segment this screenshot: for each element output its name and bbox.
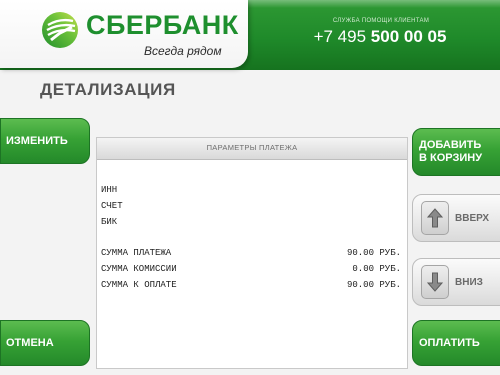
rows-spacer [101,230,401,245]
logo-plate: СБЕРБАНК Всегда рядом [0,0,248,68]
pay-button-label: ОПЛАТИТЬ [419,336,480,349]
edit-button[interactable]: ИЗМЕНИТЬ [0,118,90,164]
add-to-cart-button[interactable]: ДОБАВИТЬ В КОРЗИНУ [412,128,500,176]
sum-row-total: СУММА К ОПЛАТЕ 90.00 РУБ. [101,277,401,293]
arrow-down-icon [421,265,449,299]
sum-label: СУММА КОМИССИИ [101,264,177,274]
help-caption: СЛУЖБА ПОМОЩИ КЛИЕНТАМ [332,18,430,24]
sberbank-logo-icon [42,12,78,48]
phone-number: 500 00 05 [370,27,447,46]
brand-slogan: Всегда рядом [144,44,222,58]
detail-label: СЧЕТ [101,201,123,211]
add-to-cart-label-line1: ДОБАВИТЬ [419,139,482,151]
detail-row-account: СЧЕТ [101,198,401,214]
scroll-up-button[interactable]: ВВЕРХ [412,194,500,242]
arrow-up-icon [421,201,449,235]
brand-name: СБЕРБАНК [86,10,239,40]
sum-value: 0.00 РУБ. [352,264,401,274]
sum-row-commission: СУММА КОМИССИИ 0.00 РУБ. [101,261,401,277]
detail-row-inn: ИНН [101,182,401,198]
cancel-button[interactable]: ОТМЕНА [0,320,90,366]
edit-button-label: ИЗМЕНИТЬ [6,134,68,147]
sum-value: 90.00 РУБ. [346,248,401,258]
scroll-down-label: ВНИЗ [455,276,483,288]
page-title: ДЕТАЛИЗАЦИЯ [40,80,176,99]
sum-value: 90.00 РУБ. [346,280,401,290]
detail-label: ИНН [101,185,118,195]
panel-header: ПАРАМЕТРЫ ПЛАТЕЖА [97,138,407,160]
help-phone: +7 495 500 00 05 [310,27,450,47]
cancel-button-label: ОТМЕНА [6,336,54,349]
detail-row-bik: БИК [101,214,401,230]
payment-rows: ИНН СЧЕТ БИК СУММА ПЛАТЕЖА 90.00 РУБ. СУ… [101,182,401,293]
scroll-down-button[interactable]: ВНИЗ [412,258,500,306]
sum-label: СУММА ПЛАТЕЖА [101,248,172,258]
add-to-cart-label-line2: В КОРЗИНУ [419,152,483,164]
sum-label: СУММА К ОПЛАТЕ [101,280,177,290]
scroll-up-label: ВВЕРХ [455,212,490,224]
payment-details-panel: ПАРАМЕТРЫ ПЛАТЕЖА ИНН СЧЕТ БИК СУММА ПЛА… [96,137,408,369]
detail-label: БИК [101,217,118,227]
pay-button[interactable]: ОПЛАТИТЬ [412,320,500,366]
add-to-cart-label: ДОБАВИТЬ В КОРЗИНУ [419,139,482,165]
phone-prefix: +7 495 [313,27,371,46]
sum-row-payment: СУММА ПЛАТЕЖА 90.00 РУБ. [101,245,401,261]
